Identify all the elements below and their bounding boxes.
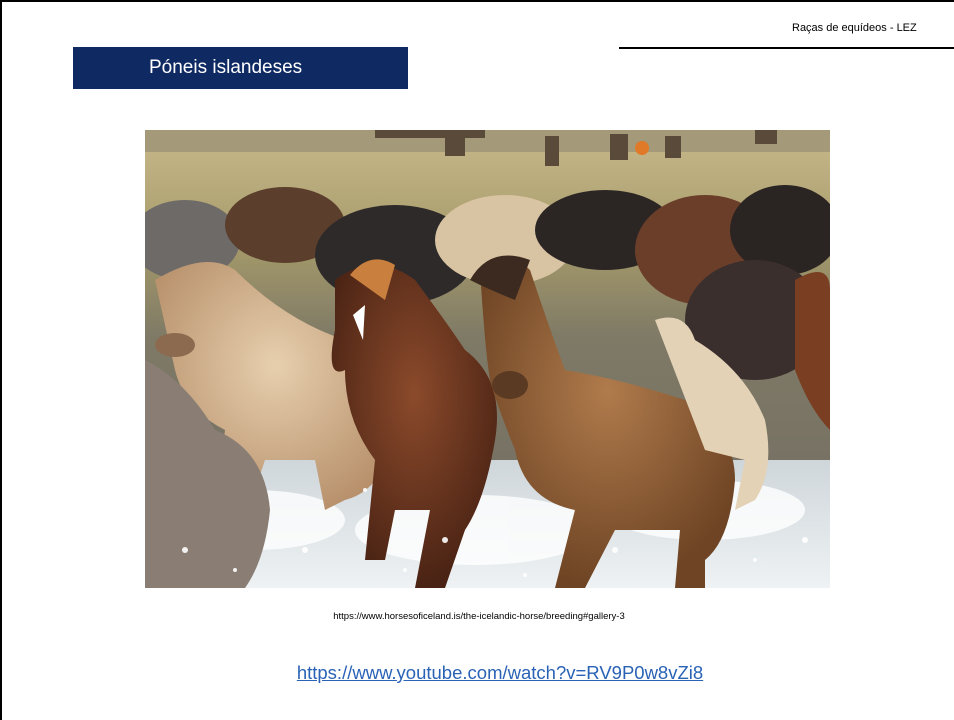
horses-photo xyxy=(145,130,830,588)
header-divider xyxy=(619,47,954,49)
title-banner: Póneis islandeses xyxy=(73,47,408,89)
slide: Raças de equídeos - LEZ Póneis islandese… xyxy=(0,0,954,720)
header-text: Raças de equídeos - LEZ xyxy=(792,22,917,34)
slide-title: Póneis islandeses xyxy=(149,57,303,78)
image-source-caption: https://www.horsesoficeland.is/the-icela… xyxy=(333,611,625,622)
youtube-video-link[interactable]: https://www.youtube.com/watch?v=RV9P0w8v… xyxy=(2,662,954,684)
